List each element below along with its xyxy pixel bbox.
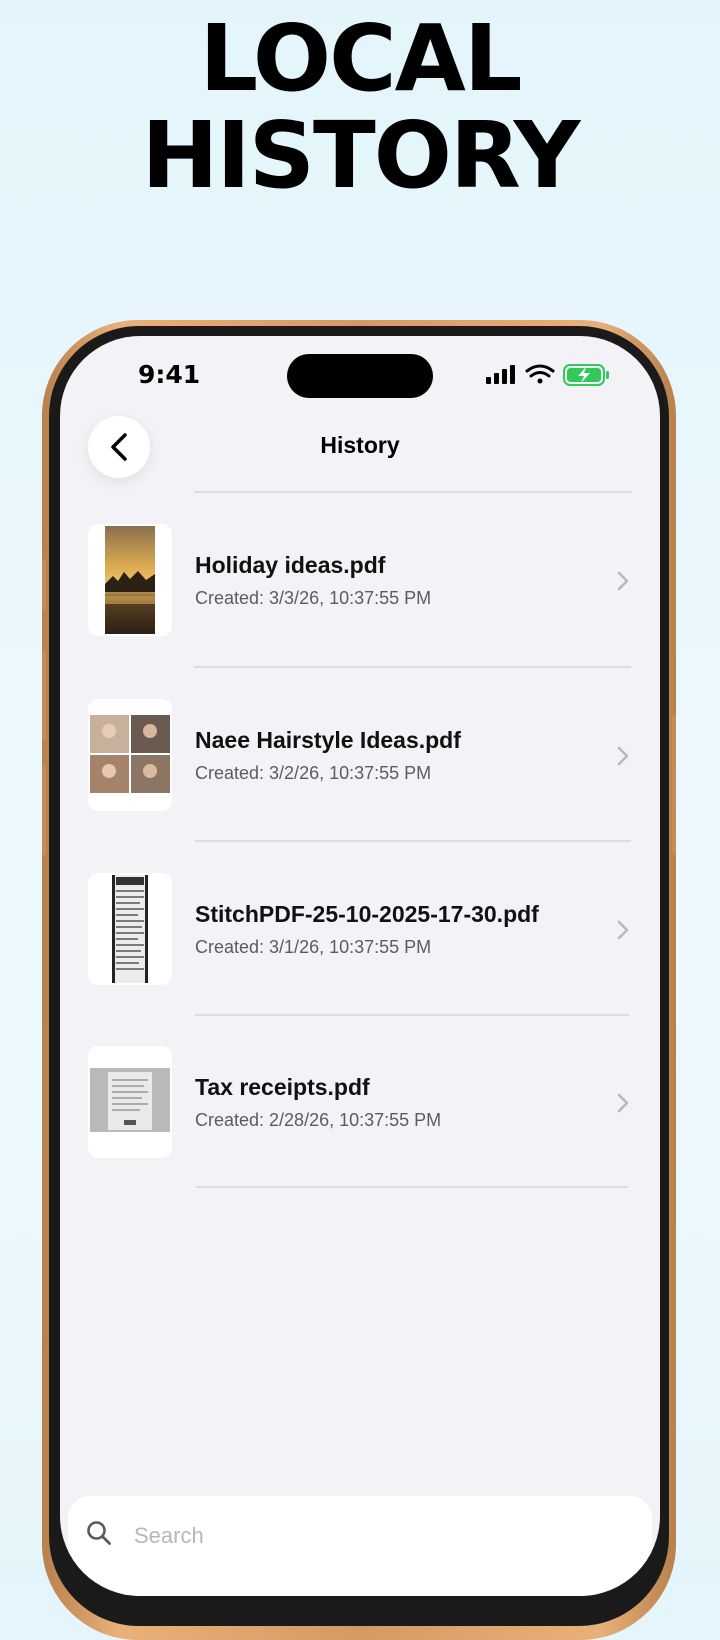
document-thumbnail	[88, 873, 172, 985]
chevron-right-icon	[617, 746, 629, 766]
document-created-date: Created: 2/28/26, 10:37:55 PM	[195, 1110, 442, 1130]
history-item-hairstyle-ideas[interactable]: Naee Hairstyle Ideas.pdf Created: 3/2/26…	[60, 669, 660, 843]
chevron-right-icon	[617, 920, 629, 940]
document-title: Holiday ideas.pdf	[195, 552, 386, 578]
page-title: History	[320, 432, 400, 458]
chevron-right-icon	[617, 571, 629, 591]
promo-headline-line2: HISTORY	[141, 102, 581, 209]
phone-side-button	[42, 765, 46, 855]
document-created-date: Created: 3/2/26, 10:37:55 PM	[195, 763, 432, 783]
status-time: 9:41	[138, 360, 201, 389]
phone-side-button	[42, 560, 46, 610]
list-divider	[196, 1186, 628, 1188]
history-item-tax-receipts[interactable]: Tax receipts.pdf Created: 2/28/26, 10:37…	[60, 1016, 660, 1190]
list-divider	[194, 666, 631, 668]
phone-screen: 9:41 History Holiday ideas.pdf Created: …	[60, 336, 660, 1596]
chevron-right-icon	[617, 1093, 629, 1113]
battery-charging-icon	[563, 364, 609, 386]
history-item-holiday-ideas[interactable]: Holiday ideas.pdf Created: 3/3/26, 10:37…	[60, 494, 660, 668]
history-item-stitchpdf[interactable]: StitchPDF-25-10-2025-17-30.pdf Created: …	[60, 843, 660, 1017]
document-title: Naee Hairstyle Ideas.pdf	[195, 727, 461, 753]
status-icons	[486, 364, 609, 386]
document-thumbnail	[88, 1046, 172, 1158]
search-icon	[87, 1521, 111, 1545]
document-created-date: Created: 3/1/26, 10:37:55 PM	[195, 937, 432, 957]
document-title: StitchPDF-25-10-2025-17-30.pdf	[195, 901, 539, 927]
dynamic-island	[287, 354, 433, 398]
list-divider	[195, 840, 631, 842]
promo-headline-line1: LOCAL	[199, 5, 523, 112]
document-thumbnail	[88, 524, 172, 636]
document-thumbnail	[88, 699, 172, 811]
cellular-signal-icon	[486, 365, 515, 384]
document-created-date: Created: 3/3/26, 10:37:55 PM	[195, 588, 432, 608]
document-title: Tax receipts.pdf	[195, 1074, 370, 1100]
wifi-icon	[525, 364, 555, 384]
search-bar[interactable]	[68, 1496, 652, 1596]
phone-side-button	[42, 650, 46, 740]
search-input[interactable]	[134, 1518, 554, 1554]
list-divider	[194, 491, 632, 493]
phone-side-button	[672, 715, 676, 855]
